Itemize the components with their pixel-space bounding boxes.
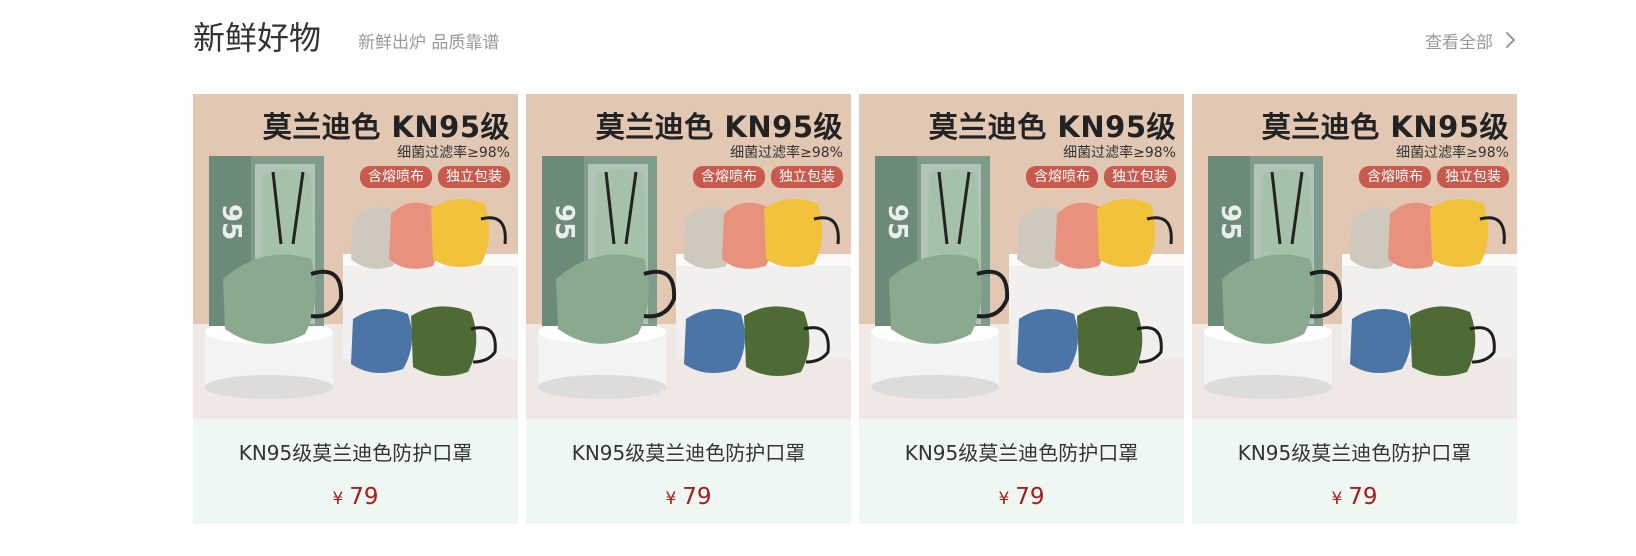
product-card[interactable]: 95 莫兰迪色 KN95级 细菌过滤率≥98% 含熔喷布 独立包装 KN95级莫… [193, 94, 518, 524]
price-amount: 79 [1348, 484, 1378, 510]
badge-individual-pack: 独立包装 [438, 166, 510, 188]
product-card[interactable]: 95 莫兰迪色 KN95级 细菌过滤率≥98% 含熔喷布 独立包装 KN95级莫… [526, 94, 851, 524]
section-title: 新鲜好物 [193, 19, 322, 57]
image-badges: 含熔喷布 独立包装 [1026, 166, 1176, 188]
product-grid: 95 莫兰迪色 KN95级 细菌过滤率≥98% 含熔喷布 独立包装 KN95级莫… [193, 94, 1517, 524]
currency-symbol: ¥ [332, 489, 344, 509]
product-card[interactable]: 95 莫兰迪色 KN95级 细菌过滤率≥98% 含熔喷布 独立包装 KN95级莫… [1192, 94, 1517, 524]
badge-individual-pack: 独立包装 [771, 166, 843, 188]
product-price: ¥79 [526, 482, 851, 514]
currency-symbol: ¥ [665, 489, 677, 509]
product-name[interactable]: KN95级莫兰迪色防护口罩 [1192, 439, 1517, 467]
product-image[interactable]: 95 莫兰迪色 KN95级 细菌过滤率≥98% 含熔喷布 独立包装 [1192, 94, 1517, 419]
image-subline: 细菌过滤率≥98% [397, 145, 510, 161]
image-subline: 细菌过滤率≥98% [1396, 145, 1509, 161]
svg-text:95: 95 [882, 204, 912, 240]
image-headline: 莫兰迪色 KN95级 [595, 110, 843, 144]
price-amount: 79 [349, 484, 379, 510]
image-subline: 细菌过滤率≥98% [1063, 145, 1176, 161]
badge-meltblown: 含熔喷布 [1026, 166, 1098, 188]
product-price: ¥79 [1192, 482, 1517, 514]
badge-meltblown: 含熔喷布 [693, 166, 765, 188]
badge-individual-pack: 独立包装 [1104, 166, 1176, 188]
currency-symbol: ¥ [998, 489, 1010, 509]
currency-symbol: ¥ [1331, 489, 1343, 509]
view-all-label: 查看全部 [1425, 32, 1493, 53]
chevron-right-icon [1506, 32, 1515, 48]
image-headline: 莫兰迪色 KN95级 [928, 110, 1176, 144]
price-amount: 79 [682, 484, 712, 510]
product-name[interactable]: KN95级莫兰迪色防护口罩 [193, 439, 518, 467]
image-badges: 含熔喷布 独立包装 [1359, 166, 1509, 188]
section-subtitle: 新鲜出炉 品质靠谱 [358, 33, 500, 53]
image-subline: 细菌过滤率≥98% [730, 145, 843, 161]
product-price: ¥79 [193, 482, 518, 514]
badge-individual-pack: 独立包装 [1437, 166, 1509, 188]
section-header: 新鲜好物 新鲜出炉 品质靠谱 查看全部 [193, 0, 1517, 94]
image-headline: 莫兰迪色 KN95级 [262, 110, 510, 144]
svg-text:95: 95 [549, 204, 579, 240]
product-card[interactable]: 95 莫兰迪色 KN95级 细菌过滤率≥98% 含熔喷布 独立包装 KN95级莫… [859, 94, 1184, 524]
product-image[interactable]: 95 莫兰迪色 KN95级 细菌过滤率≥98% 含熔喷布 独立包装 [859, 94, 1184, 419]
svg-text:95: 95 [216, 204, 246, 240]
product-name[interactable]: KN95级莫兰迪色防护口罩 [526, 439, 851, 467]
image-badges: 含熔喷布 独立包装 [360, 166, 510, 188]
price-amount: 79 [1015, 484, 1045, 510]
product-image[interactable]: 95 莫兰迪色 KN95级 细菌过滤率≥98% 含熔喷布 独立包装 [526, 94, 851, 419]
fresh-goods-section: 新鲜好物 新鲜出炉 品质靠谱 查看全部 95 莫兰迪色 KN95级 细菌过滤率≥… [193, 0, 1517, 556]
product-price: ¥79 [859, 482, 1184, 514]
product-image[interactable]: 95 莫兰迪色 KN95级 细菌过滤率≥98% 含熔喷布 独立包装 [193, 94, 518, 419]
view-all-link[interactable]: 查看全部 [1425, 26, 1517, 54]
svg-text:95: 95 [1215, 204, 1245, 240]
badge-meltblown: 含熔喷布 [360, 166, 432, 188]
image-headline: 莫兰迪色 KN95级 [1261, 110, 1509, 144]
badge-meltblown: 含熔喷布 [1359, 166, 1431, 188]
product-name[interactable]: KN95级莫兰迪色防护口罩 [859, 439, 1184, 467]
image-badges: 含熔喷布 独立包装 [693, 166, 843, 188]
